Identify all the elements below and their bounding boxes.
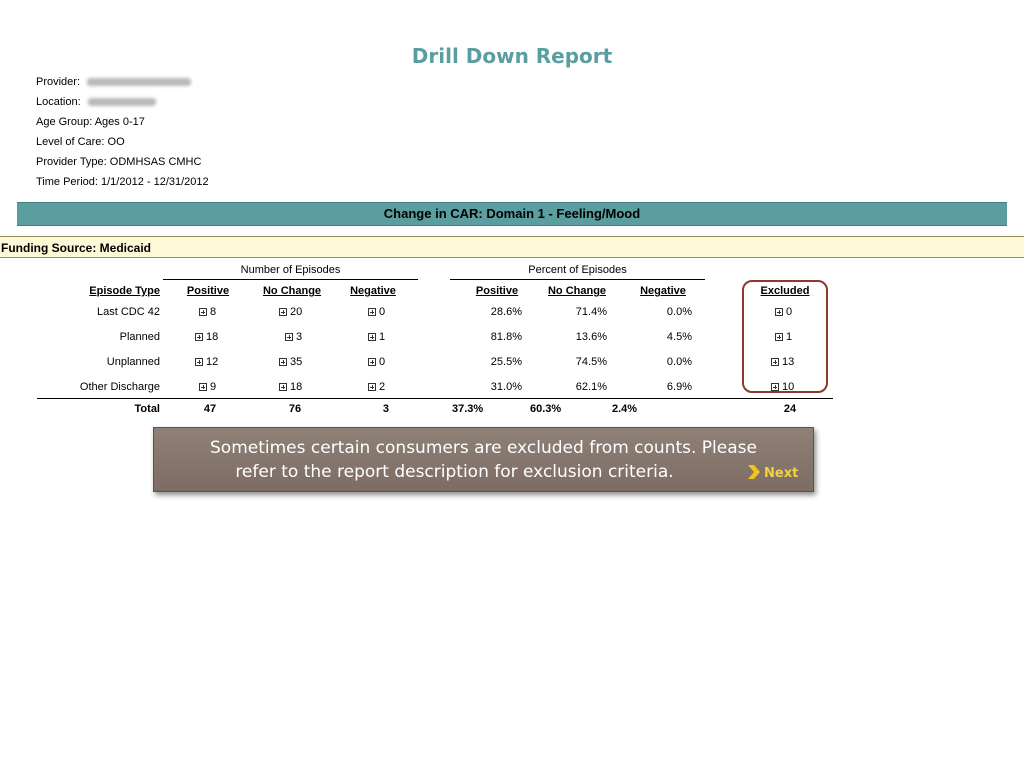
total-negative: 3 [382,403,389,415]
pct-positive: 31.0% [490,381,522,393]
drill-no-change[interactable]: 3 [285,331,302,343]
drill-positive[interactable]: 8 [199,306,216,318]
count-no-change: 35 [290,356,303,368]
location-row: Location: [36,92,209,112]
total-divider [37,398,833,399]
col-header-no-change: No Change [262,285,322,297]
provider-type: Provider Type: ODMHSAS CMHC [36,156,202,168]
pct-negative: 0.0% [666,356,692,368]
expand-plus-icon[interactable] [368,308,376,316]
drill-negative[interactable]: 2 [368,381,385,393]
total-positive: 47 [203,403,217,415]
count-negative: 1 [379,331,386,343]
group-underline-number [163,279,418,280]
total-pct-no-change: 60.3% [530,403,562,415]
tutorial-callout: Sometimes certain consumers are excluded… [153,427,814,492]
col-header-negative: Negative [350,285,396,297]
total-no-change: 76 [288,403,302,415]
excluded-highlight-box [742,280,828,393]
col-header-pct-positive: Positive [475,285,519,297]
row-episode-type: Last CDC 42 [97,306,160,318]
count-negative: 0 [379,356,386,368]
group-header-percent: Percent of Episodes [528,264,627,276]
level-of-care: Level of Care: OO [36,136,125,148]
count-no-change: 3 [296,331,303,343]
age-group: Age Group: Ages 0-17 [36,116,145,128]
drill-negative[interactable]: 0 [368,356,385,368]
expand-plus-icon[interactable] [368,383,376,391]
pct-negative: 6.9% [666,381,692,393]
row-episode-type: Planned [119,331,160,343]
total-pct-positive: 37.3% [452,403,484,415]
expand-plus-icon[interactable] [368,333,376,341]
row-episode-type: Unplanned [106,356,160,368]
funding-source-header: Funding Source: Medicaid [0,236,1024,258]
location-value-redacted [87,98,156,107]
pct-negative: 0.0% [666,306,692,318]
pct-no-change: 71.4% [575,306,607,318]
pct-no-change: 13.6% [575,331,607,343]
next-button[interactable]: Next [748,465,798,485]
expand-plus-icon[interactable] [195,358,203,366]
expand-plus-icon[interactable] [368,358,376,366]
total-pct-negative: 2.4% [612,403,638,415]
col-header-positive: Positive [186,285,230,297]
total-excluded: 24 [783,403,797,415]
expand-plus-icon[interactable] [279,308,287,316]
total-label: Total [134,403,160,415]
count-positive: 9 [210,381,217,393]
drill-positive[interactable]: 18 [195,331,218,343]
time-period: Time Period: 1/1/2012 - 12/31/2012 [36,176,209,188]
pct-no-change: 62.1% [575,381,607,393]
expand-plus-icon[interactable] [199,383,207,391]
callout-line-1: Sometimes certain consumers are excluded… [210,438,757,458]
col-header-pct-negative: Negative [640,285,686,297]
pct-positive: 81.8% [490,331,522,343]
report-title: Drill Down Report [411,44,613,68]
count-negative: 0 [379,306,386,318]
expand-plus-icon[interactable] [195,333,203,341]
chevron-right-icon[interactable] [748,465,760,479]
drill-positive[interactable]: 12 [195,356,218,368]
count-no-change: 20 [290,306,303,318]
domain-banner: Change in CAR: Domain 1 - Feeling/Mood [17,202,1007,226]
drill-positive[interactable]: 9 [199,381,216,393]
count-positive: 8 [210,306,217,318]
location-label: Location: [36,96,81,108]
expand-plus-icon[interactable] [285,333,293,341]
row-episode-type: Other Discharge [79,381,160,393]
drill-no-change[interactable]: 18 [279,381,302,393]
expand-plus-icon[interactable] [279,383,287,391]
pct-positive: 28.6% [490,306,522,318]
expand-plus-icon[interactable] [279,358,287,366]
count-positive: 18 [206,331,219,343]
drill-negative[interactable]: 0 [368,306,385,318]
expand-plus-icon[interactable] [199,308,207,316]
pct-no-change: 74.5% [575,356,607,368]
count-positive: 12 [206,356,219,368]
count-negative: 2 [379,381,386,393]
group-underline-percent [450,279,705,280]
provider-row: Provider: [36,72,209,92]
group-header-number: Number of Episodes [240,264,341,276]
report-parameters: Provider: Location: Age Group: Ages 0-17… [36,72,209,192]
pct-negative: 4.5% [666,331,692,343]
drill-negative[interactable]: 1 [368,331,385,343]
drill-no-change[interactable]: 35 [279,356,302,368]
pct-positive: 25.5% [490,356,522,368]
callout-line-2: refer to the report description for excl… [235,462,674,482]
col-header-episode-type: Episode Type [89,285,160,297]
provider-value-redacted [87,78,192,87]
drill-no-change[interactable]: 20 [279,306,302,318]
provider-label: Provider: [36,76,81,88]
count-no-change: 18 [290,381,303,393]
next-label: Next [764,466,799,481]
col-header-pct-no-change: No Change [547,285,607,297]
